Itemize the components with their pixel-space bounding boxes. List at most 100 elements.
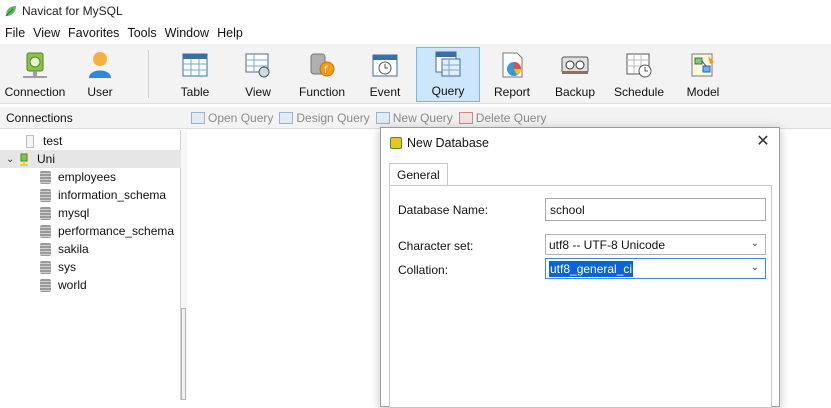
model-icon [691, 53, 714, 77]
delete-query-icon [458, 111, 473, 124]
tree-connection-uni[interactable]: ⌄ Uni [0, 150, 181, 168]
database-name-input[interactable]: school [545, 198, 766, 221]
user-button[interactable]: User [78, 47, 122, 102]
function-icon: f [310, 53, 335, 77]
general-tab-panel: Database Name: school Character set: utf… [389, 185, 772, 408]
report-button[interactable]: Report [489, 47, 535, 102]
table-icon [182, 53, 208, 77]
delete-query-button[interactable]: Delete Query [458, 110, 547, 125]
tree-db-mysql[interactable]: mysql [40, 204, 89, 222]
delete-query-label: Delete Query [475, 110, 547, 125]
character-set-value: utf8 -- UTF-8 Unicode [549, 237, 666, 252]
model-button[interactable]: Model [681, 47, 725, 102]
svg-text:f: f [324, 65, 328, 76]
tab-general-label: General [397, 167, 440, 182]
schedule-button[interactable]: Schedule [612, 47, 666, 102]
event-button[interactable]: Event [364, 47, 406, 102]
tab-general[interactable]: General [389, 163, 448, 185]
tree-db-world[interactable]: world [40, 276, 87, 294]
collation-label: Collation: [398, 263, 449, 277]
dialog-body: General Database Name: school Character … [386, 162, 774, 408]
report-label: Report [493, 85, 531, 99]
tree-db-sakila[interactable]: sakila [40, 240, 89, 258]
backup-button[interactable]: Backup [552, 47, 598, 102]
navicat-logo-icon [5, 5, 16, 16]
backup-icon [561, 56, 589, 74]
tree-db-performance-schema[interactable]: performance_schema [40, 222, 174, 240]
tree-db-information-schema[interactable]: information_schema [40, 186, 166, 204]
scrollbar-thumb[interactable] [181, 308, 186, 400]
open-query-button[interactable]: Open Query [191, 111, 273, 125]
tree-item-label: sys [58, 260, 76, 274]
chevron-down-icon: ⌄ [750, 238, 759, 249]
tree-item-label: mysql [58, 206, 90, 220]
tree-db-sys[interactable]: sys [40, 258, 76, 276]
database-icon [40, 170, 51, 184]
query-label: Query [431, 84, 465, 98]
menu-bar: File View Favorites Tools Window Help [0, 22, 831, 44]
design-query-icon [279, 111, 294, 124]
database-name-label: Database Name: [398, 203, 489, 217]
schedule-label: Schedule [613, 85, 665, 99]
toolbar-separator [148, 50, 149, 98]
menu-file[interactable]: File [2, 26, 28, 40]
function-button[interactable]: f Function [296, 47, 348, 102]
database-icon [40, 278, 51, 292]
new-database-dialog: New Database ✕ General Database Name: sc… [380, 127, 780, 408]
query-icon [435, 51, 461, 77]
menu-tools[interactable]: Tools [124, 26, 159, 40]
new-query-icon [375, 111, 390, 124]
tree-db-employees[interactable]: employees [40, 168, 116, 186]
chevron-down-icon: ⌄ [750, 262, 759, 273]
tree-item-label: information_schema [58, 188, 167, 202]
connection-tree: test ⌄ Uni employees information_schema … [0, 130, 181, 400]
object-toolbar: Open Query Design Query New Query Delete… [186, 107, 831, 129]
connection-label: Connection [4, 85, 66, 99]
database-icon [40, 260, 51, 274]
main-toolbar: Connection User Table View f Function Ev… [0, 44, 831, 104]
view-button[interactable]: View [236, 47, 280, 102]
design-query-label: Design Query [296, 110, 370, 125]
database-name-value: school [550, 202, 585, 217]
user-label: User [87, 85, 113, 99]
tree-item-label: world [58, 278, 87, 292]
tree-item-label: sakila [58, 242, 89, 256]
close-icon[interactable]: ✕ [755, 134, 771, 150]
tree-connection-test[interactable]: test [26, 132, 62, 150]
title-bar: Navicat for MySQL [0, 0, 831, 21]
window-title: Navicat for MySQL [22, 3, 123, 18]
connection-button[interactable]: Connection [2, 47, 68, 102]
connections-title: Connections [6, 110, 73, 125]
function-label: Function [298, 85, 346, 99]
character-set-select[interactable]: utf8 -- UTF-8 Unicode ⌄ [545, 234, 766, 255]
table-button[interactable]: Table [172, 47, 218, 102]
dialog-title: New Database [407, 136, 489, 150]
tree-item-label: performance_schema [58, 224, 175, 238]
character-set-label: Character set: [398, 239, 474, 253]
connection-open-icon [20, 153, 28, 166]
tree-item-label: employees [58, 170, 117, 184]
connection-closed-icon [26, 134, 34, 148]
event-icon [372, 54, 398, 77]
database-icon [40, 188, 51, 202]
database-icon [40, 224, 51, 238]
view-label: View [245, 85, 271, 99]
backup-label: Backup [554, 85, 596, 99]
report-icon [502, 52, 523, 78]
database-icon [390, 137, 402, 149]
menu-window[interactable]: Window [162, 26, 212, 40]
design-query-button[interactable]: Design Query [279, 110, 370, 125]
new-query-button[interactable]: New Query [375, 110, 453, 125]
open-query-label: Open Query [208, 110, 274, 125]
query-button[interactable]: Query [416, 47, 480, 102]
collation-select[interactable]: utf8_general_ci ⌄ [545, 258, 766, 279]
menu-help[interactable]: Help [214, 26, 246, 40]
event-label: Event [369, 85, 401, 99]
view-icon [245, 53, 270, 78]
new-query-label: New Query [392, 110, 453, 125]
schedule-icon [626, 53, 652, 78]
user-icon [89, 52, 111, 78]
menu-view[interactable]: View [30, 26, 63, 40]
chevron-down-icon: ⌄ [6, 153, 15, 165]
menu-favorites[interactable]: Favorites [65, 26, 122, 40]
